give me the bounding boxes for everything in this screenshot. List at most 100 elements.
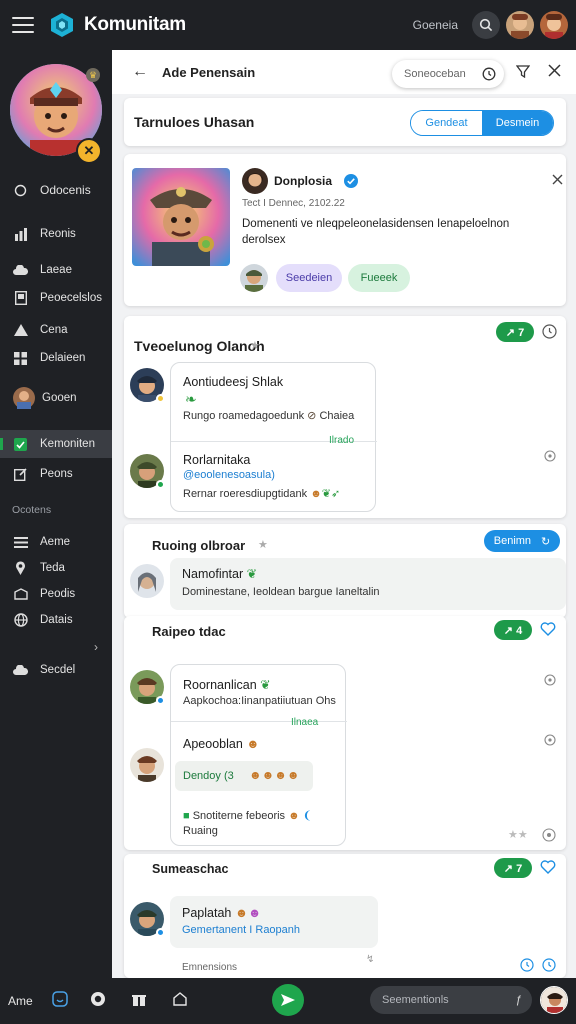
sidebar-item-label: Peoecelslos [40,292,103,304]
sidebar-item2-3[interactable]: Datais [0,606,112,634]
heart-icon[interactable] [540,622,556,636]
thread-footer: Emnensions [182,962,238,973]
sidebar-item-4[interactable]: Delaieen [0,344,112,372]
sidebar-item-5[interactable]: Gooen [0,384,112,412]
clock-icon[interactable] [520,958,534,972]
note-icon [13,587,28,602]
vote-chip[interactable]: ↗ 4 [494,620,532,640]
message-avatar[interactable] [130,748,164,782]
commenter-avatar[interactable] [240,264,268,292]
message-avatar[interactable] [130,564,164,598]
close-icon[interactable] [552,174,563,185]
list-icon [13,535,28,550]
message-title: Aontiudeesj Shlak [183,375,284,389]
sidebar-item-2[interactable]: Peoecelslos [0,284,112,312]
more-icon[interactable]: ↯ [366,954,374,965]
record-icon[interactable] [90,991,106,1007]
status-dot [156,394,165,403]
check-icon [13,437,28,452]
top-bar: Komunitam Goeneia [0,0,576,50]
cloud-icon [13,263,28,278]
post-image[interactable] [132,168,230,266]
author-avatar[interactable] [242,168,268,194]
refresh-icon: ↻ [541,535,551,548]
triangle-icon [13,323,28,338]
post-action-right[interactable]: Fueeek [348,264,410,292]
sidebar-item-7[interactable]: Peons [0,460,112,488]
heart-icon[interactable] [540,860,556,874]
filter-icon[interactable] [516,64,530,78]
panel-search-input[interactable]: Soneoceban [392,60,504,88]
sidebar-item-last[interactable]: Secdel [0,656,112,684]
react-icon[interactable] [544,734,556,746]
sidebar-item-0[interactable]: Reonis [0,220,112,248]
send-button[interactable] [272,984,304,1016]
sidebar-item2-1[interactable]: Teda [0,554,112,582]
message-title: Rorlarnitaka [183,453,251,467]
back-arrow-icon[interactable]: ← [132,63,148,81]
sidebar-item-1[interactable]: Laeae [0,256,112,284]
user-avatar[interactable] [540,11,568,39]
message-link[interactable]: Gemertanent I Raopanh [182,924,300,936]
react-icon[interactable] [544,674,556,686]
vote-chip[interactable]: ↗ 7 [494,858,532,878]
clock-icon[interactable] [542,958,556,972]
rating-stars-icon[interactable]: ★★ [508,828,528,841]
message-text: Rernar roeresdiupgtidank ☻❦➶ [183,488,341,500]
attach-icon[interactable]: ƒ [516,994,522,1006]
search-button[interactable] [472,11,500,39]
post-action-left[interactable]: Seedeien [276,264,342,292]
segment-right[interactable]: Desmein [482,111,553,135]
send-icon [281,994,295,1006]
join-chip-label: Benimn [493,535,532,547]
top-label[interactable]: Goeneia [413,18,458,32]
star-icon[interactable]: ★ [250,339,260,352]
logo-icon [51,13,73,37]
sidebar-item-6[interactable]: Kemoniten [0,430,112,458]
react-icon[interactable] [542,828,556,842]
segment-left[interactable]: Gendeat [411,111,482,135]
thread-card-4: Sumeaschac ↗ 7 Paplatah ☻☻ Gemertanent I… [124,854,566,978]
sidebar-item-label: Cena [40,324,68,336]
clock-icon [482,67,496,81]
chevron-right-icon[interactable]: › [94,640,98,654]
join-chip[interactable]: Benimn ↻ [484,530,560,552]
document-icon [13,291,28,306]
message-text: ■ Snotiterne febeoris ☻ ❨ [183,810,312,822]
sidebar-item2-0[interactable]: Aeme [0,528,112,556]
sidebar-item-label: Laeae [40,264,72,276]
message-link[interactable]: @eoolenesoasula) [183,469,275,481]
close-icon[interactable] [548,64,561,77]
leaf-icon: ❧ [185,391,197,407]
chart-icon [13,227,28,242]
edit-icon [13,467,28,482]
post-card: Donplosia Tect I Dennec, 2102.22 Domenen… [124,154,566,306]
clock-icon[interactable] [542,324,557,339]
emoji-icon[interactable] [52,991,68,1007]
panel-title: Ade Penensain [162,64,256,80]
reaction-bar[interactable]: Dendoy (3 ☻☻☻☻ [175,761,313,791]
profile-avatar-small[interactable] [540,986,568,1014]
grid-icon [13,351,28,366]
sidebar-item-3[interactable]: Cena [0,316,112,344]
gift-icon[interactable] [132,991,146,1007]
user-avatar-icon [13,387,35,409]
post-author[interactable]: Donplosia [274,174,332,188]
header-card: Tarnuloes Uhasan Gendeat Desmein [124,98,566,146]
home-icon[interactable] [172,991,188,1007]
status-dot [156,928,165,937]
vote-chip[interactable]: ↗ 7 [496,322,534,342]
message-input[interactable]: Seementionls ƒ [370,986,532,1014]
sidebar-item2-2[interactable]: Peodis [0,580,112,608]
react-icon[interactable] [544,450,556,462]
friend-avatar[interactable] [506,11,534,39]
bottom-label[interactable]: Ame [8,994,33,1008]
star-icon[interactable]: ★ [258,538,268,551]
segmented-control[interactable]: Gendeat Desmein [410,110,554,136]
thread-title: Raipeo tdac [152,624,226,639]
level-badge-icon: ✕ [76,138,102,164]
sidebar-item-label: Secdel [40,664,76,676]
menu-icon[interactable] [12,17,34,33]
status-toggle[interactable]: Odocenis [0,176,112,204]
message-text: Dominestane, Ieoldean bargue Ianeltalin [182,586,380,598]
